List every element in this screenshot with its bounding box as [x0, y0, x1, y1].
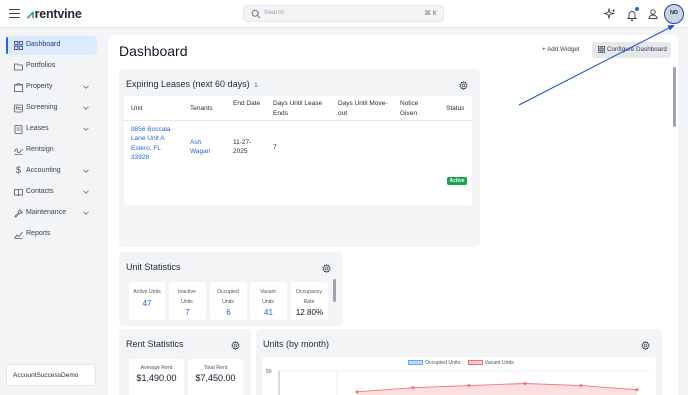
annotation-arrow	[518, 25, 675, 106]
